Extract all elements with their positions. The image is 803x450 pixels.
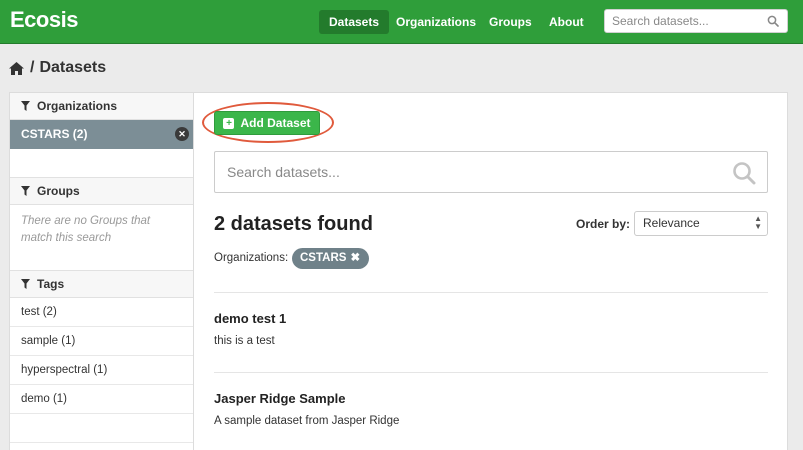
nav-groups[interactable]: Groups [479,10,542,34]
organizations-title: Organizations [37,99,118,113]
tag-item-test[interactable]: test (2) [10,298,193,327]
breadcrumb-current: Datasets [39,59,107,76]
dataset-description: A sample dataset from Jasper Ridge [214,415,400,427]
tag-item-sample[interactable]: sample (1) [10,327,193,356]
groups-header: Groups [10,178,193,205]
dataset-description: this is a test [214,335,275,347]
groups-title: Groups [37,184,80,198]
dataset-search-box [214,151,768,193]
tags-header: Tags [10,271,193,298]
breadcrumb-separator: / [30,59,35,76]
organizations-header: Organizations [10,93,193,120]
selected-organization-label: CSTARS (2) [21,127,88,141]
results-divider [214,372,768,373]
selected-organization[interactable]: CSTARS (2) ✕ [10,120,200,149]
active-filter-value: CSTARS [300,252,347,264]
order-by-select[interactable]: Relevance ▲ ▼ [634,211,768,236]
dataset-title[interactable]: Jasper Ridge Sample [214,391,346,406]
tags-title: Tags [37,277,65,291]
top-navbar: Ecosis Datasets Organizations Groups Abo… [0,0,803,44]
breadcrumb: / Datasets [8,58,106,78]
nav-search-input[interactable] [605,10,765,32]
tags-spacer [10,414,193,443]
dataset-title[interactable]: demo test 1 [214,311,286,326]
groups-empty-message: There are no Groups that match this sear… [10,205,193,271]
caret-icon: ▲ ▼ [754,214,762,231]
add-dataset-button[interactable]: + Add Dataset [214,111,320,135]
nav-datasets[interactable]: Datasets [319,10,390,34]
results-divider [214,292,768,293]
dataset-search-input[interactable] [215,152,715,192]
add-dataset-label: Add Dataset [240,116,311,130]
nav-search-box [604,9,788,33]
active-filter-label: Organizations: [214,252,289,264]
remove-filter-icon[interactable]: ✖ [350,252,360,264]
order-by-label: Order by: [576,217,631,231]
search-icon[interactable] [732,161,756,188]
plus-icon: + [223,117,235,129]
search-icon[interactable] [767,15,779,30]
filter-icon [21,279,30,289]
organizations-spacer [10,149,193,178]
result-count: 2 datasets found [214,213,373,235]
brand-logo[interactable]: Ecosis [10,7,78,33]
filter-sidebar: Organizations CSTARS (2) ✕ Groups There … [9,92,200,450]
tag-item-hyperspectral[interactable]: hyperspectral (1) [10,356,193,385]
active-filter-pill[interactable]: CSTARS ✖ [292,248,370,269]
filter-icon [21,186,30,196]
tag-item-demo[interactable]: demo (1) [10,385,193,414]
remove-icon[interactable]: ✕ [175,127,189,141]
order-by-value: Relevance [643,216,700,230]
filter-icon [21,101,30,111]
results-panel: + Add Dataset 2 datasets found Order by:… [193,92,788,450]
nav-about[interactable]: About [539,10,594,34]
home-icon[interactable] [8,61,25,76]
nav-organizations[interactable]: Organizations [386,10,486,34]
